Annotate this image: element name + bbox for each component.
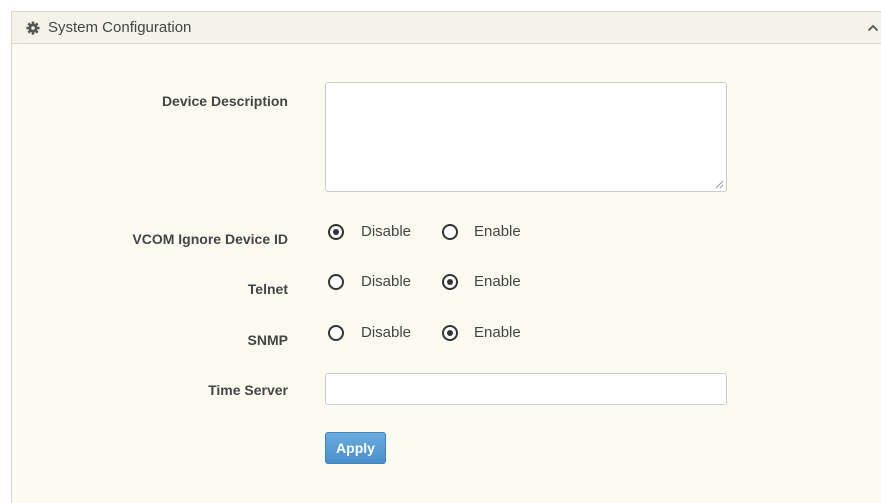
vcom-disable-radio[interactable] — [328, 224, 344, 240]
chevron-up-icon[interactable] — [867, 24, 879, 32]
resize-grip-icon[interactable] — [715, 180, 724, 189]
vcom-enable-radio[interactable] — [442, 224, 458, 240]
telnet-label: Telnet — [247, 281, 288, 297]
device-description-label: Device Description — [161, 93, 288, 109]
snmp-disable-radio[interactable] — [328, 325, 344, 341]
time-server-label: Time Server — [208, 382, 288, 398]
vcom-disable-label[interactable]: Disable — [361, 223, 411, 241]
snmp-enable-radio[interactable] — [442, 325, 458, 341]
panel-title: System Configuration — [48, 19, 192, 36]
panel-header[interactable]: System Configuration — [12, 12, 881, 44]
telnet-enable-radio[interactable] — [442, 274, 458, 290]
snmp-disable-label[interactable]: Disable — [361, 324, 411, 342]
time-server-input[interactable] — [325, 373, 727, 405]
snmp-enable-label[interactable]: Enable — [474, 324, 521, 342]
telnet-disable-radio[interactable] — [328, 274, 344, 290]
telnet-enable-label[interactable]: Enable — [474, 273, 521, 291]
apply-button[interactable]: Apply — [325, 432, 386, 464]
system-configuration-panel: System Configuration Device Description … — [11, 11, 881, 503]
vcom-ignore-device-id-label: VCOM Ignore Device ID — [132, 231, 288, 247]
telnet-disable-label[interactable]: Disable — [361, 273, 411, 291]
snmp-label: SNMP — [247, 332, 288, 348]
vcom-enable-label[interactable]: Enable — [474, 223, 521, 241]
gear-icon — [26, 21, 40, 35]
device-description-textarea[interactable] — [325, 82, 727, 192]
